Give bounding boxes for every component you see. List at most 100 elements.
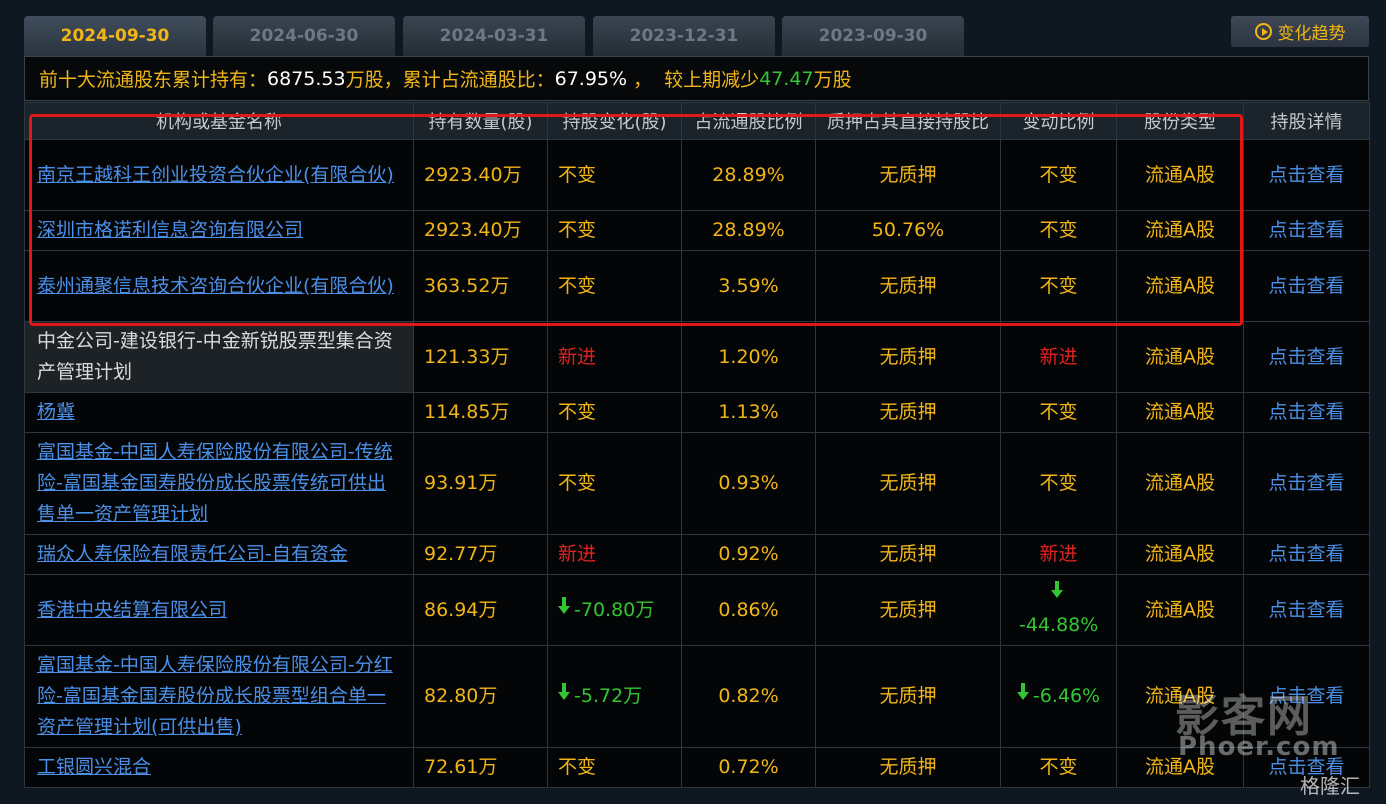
holder-name-cell: 杨冀	[24, 392, 414, 433]
ratio-cell: 1.20%	[681, 321, 816, 393]
shares-cell: 121.33万	[413, 321, 548, 393]
detail-link[interactable]: 点击查看	[1268, 543, 1344, 565]
col-ratio: 占流通股比例	[681, 102, 816, 140]
change-ratio-value: -6.46%	[1032, 685, 1101, 707]
col-type: 股份类型	[1116, 102, 1244, 140]
pledge-cell: 无质押	[815, 534, 1001, 575]
type-cell: 流通A股	[1116, 139, 1244, 211]
detail-cell: 点击查看	[1243, 210, 1370, 251]
holder-name-cell: 工银圆兴混合	[24, 747, 414, 788]
holder-link[interactable]: 工银圆兴混合	[37, 756, 151, 778]
holder-link[interactable]: 富国基金-中国人寿保险股份有限公司-传统险-富国基金国寿股份成长股票传统可供出售…	[37, 441, 393, 525]
detail-link[interactable]: 点击查看	[1268, 599, 1344, 621]
change-ratio-cell: -6.46%	[1000, 645, 1117, 748]
shares-cell: 86.94万	[413, 574, 548, 646]
change-ratio-cell: 不变	[1000, 392, 1117, 433]
change-value: -5.72万	[574, 685, 643, 707]
col-change-ratio: 变动比例	[1000, 102, 1117, 140]
detail-cell: 点击查看	[1243, 432, 1370, 535]
arrow-down-icon	[558, 596, 570, 614]
holder-name-cell: 深圳市格诺利信息咨询有限公司	[24, 210, 414, 251]
type-cell: 流通A股	[1116, 645, 1244, 748]
type-cell: 流通A股	[1116, 250, 1244, 322]
col-pledge: 质押占其直接持股比	[815, 102, 1001, 140]
detail-link[interactable]: 点击查看	[1268, 164, 1344, 186]
holder-name-cell: 中金公司-建设银行-中金新锐股票型集合资产管理计划	[24, 321, 414, 393]
detail-link[interactable]: 点击查看	[1268, 401, 1344, 423]
table-row: 富国基金-中国人寿保险股份有限公司-分红险-富国基金国寿股份成长股票型组合单一资…	[24, 645, 1370, 748]
trend-button[interactable]: 变化趋势	[1231, 16, 1369, 47]
table-row: 深圳市格诺利信息咨询有限公司 2923.40万 不变 28.89% 50.76%…	[24, 210, 1370, 251]
ratio-cell: 0.82%	[681, 645, 816, 748]
detail-cell: 点击查看	[1243, 645, 1370, 748]
change-cell: 新进	[547, 534, 682, 575]
tab-2023-09-30[interactable]: 2023-09-30	[782, 16, 964, 56]
detail-cell: 点击查看	[1243, 747, 1370, 788]
tab-2023-12-31[interactable]: 2023-12-31	[593, 16, 775, 56]
pledge-cell: 50.76%	[815, 210, 1001, 251]
change-ratio-cell: 不变	[1000, 139, 1117, 211]
col-change: 持股变化(股)	[547, 102, 682, 140]
ratio-cell: 3.59%	[681, 250, 816, 322]
tab-2024-03-31[interactable]: 2024-03-31	[403, 16, 585, 56]
change-ratio-cell: 不变	[1000, 432, 1117, 535]
detail-cell: 点击查看	[1243, 574, 1370, 646]
holder-link[interactable]: 南京王越科王创业投资合伙企业(有限合伙)	[37, 164, 394, 186]
holder-link[interactable]: 杨冀	[37, 401, 75, 423]
change-value: -70.80万	[574, 598, 655, 621]
holder-name-cell: 南京王越科王创业投资合伙企业(有限合伙)	[24, 139, 414, 211]
shares-cell: 2923.40万	[413, 139, 548, 211]
change-ratio-cell: 不变	[1000, 210, 1117, 251]
change-ratio-value: -44.88%	[1019, 614, 1099, 636]
table-row: 工银圆兴混合 72.61万 不变 0.72% 无质押 不变 流通A股 点击查看	[24, 747, 1370, 788]
shares-cell: 92.77万	[413, 534, 548, 575]
summary-prefix: 前十大流通股东累计持有：	[39, 69, 268, 91]
change-cell: 不变	[547, 210, 682, 251]
table-row: 香港中央结算有限公司 86.94万 -70.80万 0.86% 无质押 -44.…	[24, 574, 1370, 646]
shares-cell: 82.80万	[413, 645, 548, 748]
detail-link[interactable]: 点击查看	[1268, 275, 1344, 297]
arrow-down-icon	[1050, 581, 1063, 598]
change-ratio-cell: -44.88%	[1000, 574, 1117, 646]
change-ratio-cell: 新进	[1000, 534, 1117, 575]
table-row: 泰州通聚信息技术咨询合伙企业(有限合伙) 363.52万 不变 3.59% 无质…	[24, 250, 1370, 322]
holder-link[interactable]: 富国基金-中国人寿保险股份有限公司-分红险-富国基金国寿股份成长股票型组合单一资…	[37, 654, 393, 738]
shares-cell: 72.61万	[413, 747, 548, 788]
shares-cell: 93.91万	[413, 432, 548, 535]
arrow-down-icon	[1016, 683, 1029, 700]
shares-cell: 114.85万	[413, 392, 548, 433]
change-ratio-cell: 不变	[1000, 250, 1117, 322]
holder-link[interactable]: 香港中央结算有限公司	[37, 599, 227, 621]
detail-cell: 点击查看	[1243, 392, 1370, 433]
detail-link[interactable]: 点击查看	[1268, 756, 1344, 778]
type-cell: 流通A股	[1116, 574, 1244, 646]
table-row: 瑞众人寿保险有限责任公司-自有资金 92.77万 新进 0.92% 无质押 新进…	[24, 534, 1370, 575]
type-cell: 流通A股	[1116, 321, 1244, 393]
holder-link[interactable]: 深圳市格诺利信息咨询有限公司	[37, 219, 303, 241]
change-cell: 不变	[547, 250, 682, 322]
tab-2024-06-30[interactable]: 2024-06-30	[213, 16, 395, 56]
pledge-cell: 无质押	[815, 574, 1001, 646]
change-cell: 不变	[547, 432, 682, 535]
pledge-cell: 无质押	[815, 321, 1001, 393]
ratio-cell: 0.92%	[681, 534, 816, 575]
detail-link[interactable]: 点击查看	[1268, 346, 1344, 368]
change-ratio-cell: 新进	[1000, 321, 1117, 393]
ratio-cell: 28.89%	[681, 139, 816, 211]
holder-name-cell: 香港中央结算有限公司	[24, 574, 414, 646]
type-cell: 流通A股	[1116, 210, 1244, 251]
table-row: 中金公司-建设银行-中金新锐股票型集合资产管理计划 121.33万 新进 1.2…	[24, 321, 1370, 393]
detail-cell: 点击查看	[1243, 321, 1370, 393]
play-icon	[1254, 23, 1272, 40]
detail-link[interactable]: 点击查看	[1268, 219, 1344, 241]
detail-link[interactable]: 点击查看	[1268, 472, 1344, 494]
holder-link[interactable]: 瑞众人寿保险有限责任公司-自有资金	[37, 543, 348, 565]
pledge-cell: 无质押	[815, 747, 1001, 788]
holder-link[interactable]: 泰州通聚信息技术咨询合伙企业(有限合伙)	[37, 275, 394, 297]
shares-cell: 363.52万	[413, 250, 548, 322]
detail-link[interactable]: 点击查看	[1268, 685, 1344, 707]
trend-button-label: 变化趋势	[1277, 24, 1346, 44]
arrow-down-icon	[558, 683, 570, 700]
change-cell: -5.72万	[547, 645, 682, 748]
tab-2024-09-30[interactable]: 2024-09-30	[24, 16, 206, 56]
